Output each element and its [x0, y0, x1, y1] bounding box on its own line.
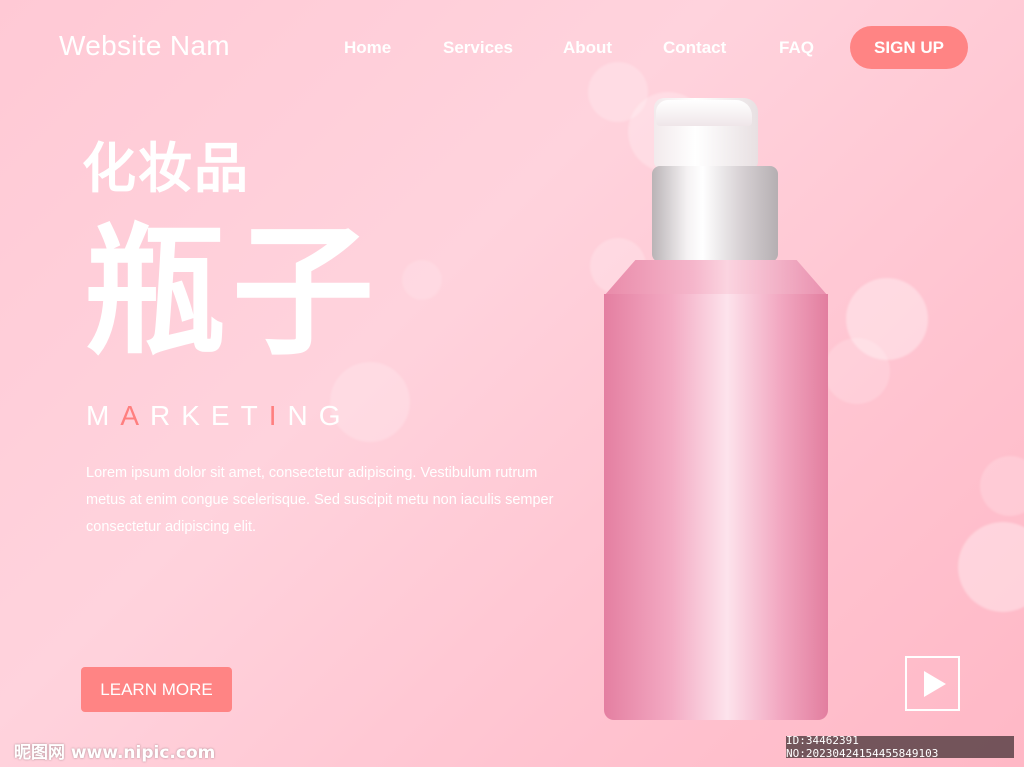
- hero-title: 瓶子: [84, 210, 380, 375]
- bokeh-light: [402, 260, 442, 300]
- nav-home[interactable]: Home: [344, 38, 391, 58]
- nav-faq[interactable]: FAQ: [779, 38, 814, 58]
- marketing-text: NG: [287, 400, 352, 431]
- bokeh-light: [980, 456, 1024, 516]
- hero-description: Lorem ipsum dolor sit amet, consectetur …: [86, 465, 554, 535]
- play-video-button[interactable]: [905, 656, 960, 711]
- bokeh-light: [958, 522, 1024, 612]
- marketing-heading: MARKETING: [86, 400, 351, 432]
- play-icon: [924, 670, 946, 697]
- product-bottle-image: [600, 94, 832, 724]
- bottle-collar: [652, 166, 778, 262]
- hero-subtitle: 化妆品: [82, 137, 250, 200]
- marketing-accent-letter: I: [268, 400, 288, 431]
- nav-contact[interactable]: Contact: [663, 38, 726, 58]
- signup-button[interactable]: SIGN UP: [850, 26, 968, 69]
- bottle-shoulder: [604, 260, 828, 296]
- bokeh-light: [824, 338, 890, 404]
- learn-more-button[interactable]: LEARN MORE: [81, 667, 232, 712]
- marketing-text: RKET: [150, 400, 269, 431]
- watermark-id: ID:34462391 NO:20230424154455849103: [786, 734, 1014, 760]
- marketing-text: M: [86, 400, 121, 431]
- nav-services[interactable]: Services: [443, 38, 513, 58]
- watermark-left: 昵图网 www.nipic.com: [14, 743, 216, 763]
- bottle-pump-nozzle: [656, 100, 752, 126]
- marketing-accent-letter: A: [120, 400, 151, 431]
- nav-about[interactable]: About: [563, 38, 612, 58]
- site-logo[interactable]: Website Nam: [59, 30, 230, 62]
- bottle-body: [604, 294, 828, 720]
